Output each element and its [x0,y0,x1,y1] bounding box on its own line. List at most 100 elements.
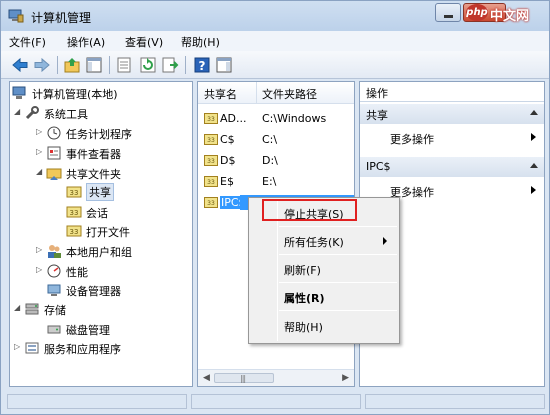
collapsed-arrow-icon[interactable]: ▷ [36,245,45,254]
menu-item-all-tasks[interactable]: 所有任务(K) [284,234,344,250]
column-header-share-name[interactable]: 共享名 [204,86,237,102]
section-title: 共享 [366,109,388,122]
collapsed-arrow-icon[interactable]: ▷ [36,127,45,136]
grip-icon: ||| [240,374,246,383]
status-bar [1,390,549,414]
tree-item-label: 计算机管理(本地) [32,88,118,101]
menu-separator [279,282,397,283]
device-manager-icon [47,284,61,296]
submenu-arrow-icon [383,237,387,245]
menu-gutter [277,200,278,341]
menu-item-properties[interactable]: 属性(R) [284,290,325,306]
tree-item-label: 存储 [44,304,66,317]
watermark-badge: php [466,4,488,21]
status-cell [7,394,187,409]
menu-action[interactable]: 操作(A) [67,34,105,50]
svg-text:33: 33 [207,116,215,123]
menu-view[interactable]: 查看(V) [125,34,163,50]
scroll-thumb[interactable]: ||| [214,373,274,383]
event-viewer-icon [47,146,61,160]
forward-arrow-icon[interactable] [33,56,51,74]
list-item[interactable]: 33 E$ E:\ [198,171,354,192]
horizontal-scrollbar[interactable]: ◀ ||| ▶ [198,369,354,386]
menu-file[interactable]: 文件(F) [9,34,46,50]
computer-management-app-icon [8,9,24,23]
collapse-up-icon[interactable] [530,110,538,115]
menu-help[interactable]: 帮助(H) [181,34,220,50]
svg-text:33: 33 [207,200,215,207]
properties-icon[interactable] [115,56,133,74]
expanded-arrow-icon[interactable]: ◢ [14,107,23,116]
share-name: E$ [220,175,234,188]
tree-item-label: 系统工具 [44,108,88,121]
submenu-arrow-icon [531,133,536,141]
show-hide-tree-icon[interactable] [85,56,103,74]
status-cell [191,394,361,409]
export-list-icon[interactable] [161,56,179,74]
up-folder-icon[interactable] [63,56,81,74]
share-icon: 33 [204,134,218,145]
users-groups-icon [48,245,61,258]
console-tree-pane: 计算机管理(本地) ◢ 系统工具 ▷ 任务计划程序 ▷ 事件查看器 ◢ 共享文件… [9,81,193,387]
collapsed-arrow-icon[interactable]: ▷ [36,147,45,156]
computer-management-icon [12,86,26,99]
list-item[interactable]: 33 AD... C:\Windows [198,108,354,129]
collapsed-arrow-icon[interactable]: ▷ [36,265,45,274]
highlight-box [262,199,357,221]
open-files-icon: 33 [66,225,82,237]
list-item[interactable]: 33 D$ D:\ [198,150,354,171]
share-name: C$ [220,133,235,146]
column-header-folder-path[interactable]: 文件夹路径 [262,86,317,102]
toolbar-separator [57,56,58,74]
menu-item-refresh[interactable]: 刷新(F) [284,262,321,278]
system-tools-icon [25,106,39,120]
sessions-icon: 33 [66,206,82,218]
svg-text:33: 33 [207,179,215,186]
disk-management-icon [47,325,61,334]
menu-separator [279,226,397,227]
collapsed-arrow-icon[interactable]: ▷ [14,342,23,351]
tree-item-label: 性能 [66,266,88,279]
shared-folder-icon [46,168,62,180]
actions-section-shares[interactable]: 共享 [360,104,544,124]
column-divider[interactable] [256,82,257,104]
tree-item-label: 事件查看器 [66,148,121,161]
svg-text:33: 33 [70,209,79,217]
back-arrow-icon[interactable] [11,56,29,74]
svg-text:33: 33 [207,137,215,144]
minimize-button[interactable] [435,3,461,22]
scroll-right-icon[interactable]: ▶ [342,373,349,383]
scroll-left-icon[interactable]: ◀ [203,373,210,383]
share-icon: 33 [204,113,218,124]
actions-title: 操作 [366,87,388,100]
collapse-up-icon[interactable] [530,163,538,168]
actions-section-ipc[interactable]: IPC$ [360,157,544,177]
menu-bar: 文件(F) 操作(A) 查看(V) 帮助(H) [1,31,549,51]
share-name: D$ [220,154,236,167]
tree-item-label: 共享文件夹 [66,168,121,181]
tree-item-label: 本地用户和组 [66,246,132,259]
more-actions-item[interactable]: 更多操作 [360,128,544,148]
show-hide-action-pane-icon[interactable] [215,56,233,74]
toolbar-separator [109,56,110,74]
refresh-icon[interactable] [139,56,157,74]
section-title: IPC$ [366,160,391,173]
help-icon[interactable]: ? [193,56,211,74]
menu-separator [279,254,397,255]
share-path: D:\ [262,154,278,167]
list-item[interactable]: 33 C$ C:\ [198,129,354,150]
share-icon: 33 [204,155,218,166]
tree-item-label: 共享 [86,183,114,201]
submenu-arrow-icon [531,186,536,194]
tree-item-label: 会话 [86,207,108,220]
svg-text:?: ? [199,59,206,73]
expanded-arrow-icon[interactable]: ◢ [36,167,45,176]
list-header: 共享名 文件夹路径 [198,82,354,104]
svg-text:33: 33 [207,158,215,165]
expanded-arrow-icon[interactable]: ◢ [14,303,23,312]
share-icon: 33 [204,197,218,208]
menu-item-help[interactable]: 帮助(H) [284,319,323,335]
more-actions-label: 更多操作 [390,133,434,146]
php-watermark-logo: php 中文网 [466,4,548,24]
share-path: C:\Windows [262,112,327,125]
